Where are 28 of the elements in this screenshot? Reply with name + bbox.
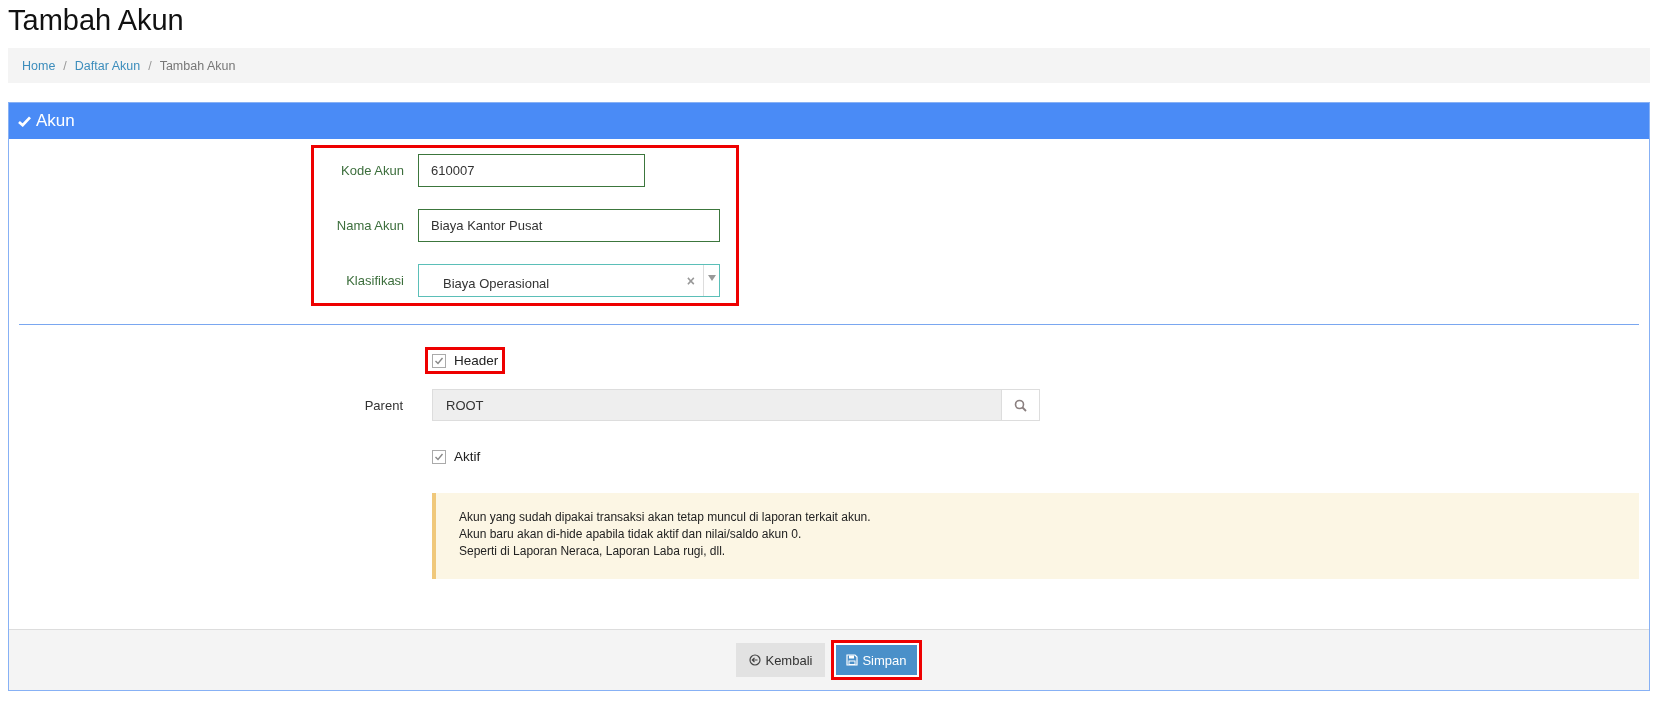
caret-icon — [707, 275, 716, 281]
field-value: ROOT — [445, 396, 485, 415]
checkbox[interactable]: Header — [425, 347, 506, 374]
breadcrumb-separator: / — [148, 58, 152, 73]
search-icon — [1014, 398, 1027, 412]
text-field[interactable]: 610007 — [418, 154, 645, 187]
field-label: Nama Akun — [335, 218, 404, 233]
notice-text: Seperti di Laporan Neraca, Laporan Laba rugi, dll. — [459, 543, 727, 560]
select-value: Biaya Operasional — [442, 275, 551, 291]
notice-text: Akun baru akan di-hide apabila tidak aktif dan nilai/saldo akun 0. — [459, 526, 803, 543]
text-field[interactable]: Biaya Kantor Pusat — [418, 209, 720, 242]
left-arrow-icon — [749, 654, 762, 666]
checkbox-box[interactable] — [432, 449, 446, 464]
select-field[interactable]: Biaya Operasional × — [418, 264, 720, 297]
breadcrumb-current: Tambah Akun — [159, 58, 236, 73]
notice-text: Akun yang sudah dipakai transaksi akan tetap muncul di laporan terkait akun. — [459, 509, 872, 526]
checkbox[interactable]: Aktif — [425, 443, 488, 470]
checkbox-box[interactable] — [432, 353, 446, 368]
panel-title: Akun — [36, 111, 75, 131]
breadcrumb-separator: / — [63, 58, 67, 73]
field-label: Klasifikasi — [345, 273, 404, 288]
search-button[interactable] — [1001, 390, 1039, 420]
page-title: Tambah Akun — [8, 3, 185, 38]
parent-field[interactable]: ROOT — [432, 389, 1040, 421]
checkmark-icon — [18, 115, 31, 127]
back-button[interactable]: Kembali — [736, 643, 826, 677]
field-label: Parent — [363, 397, 403, 413]
field-label: Kode Akun — [340, 163, 404, 178]
